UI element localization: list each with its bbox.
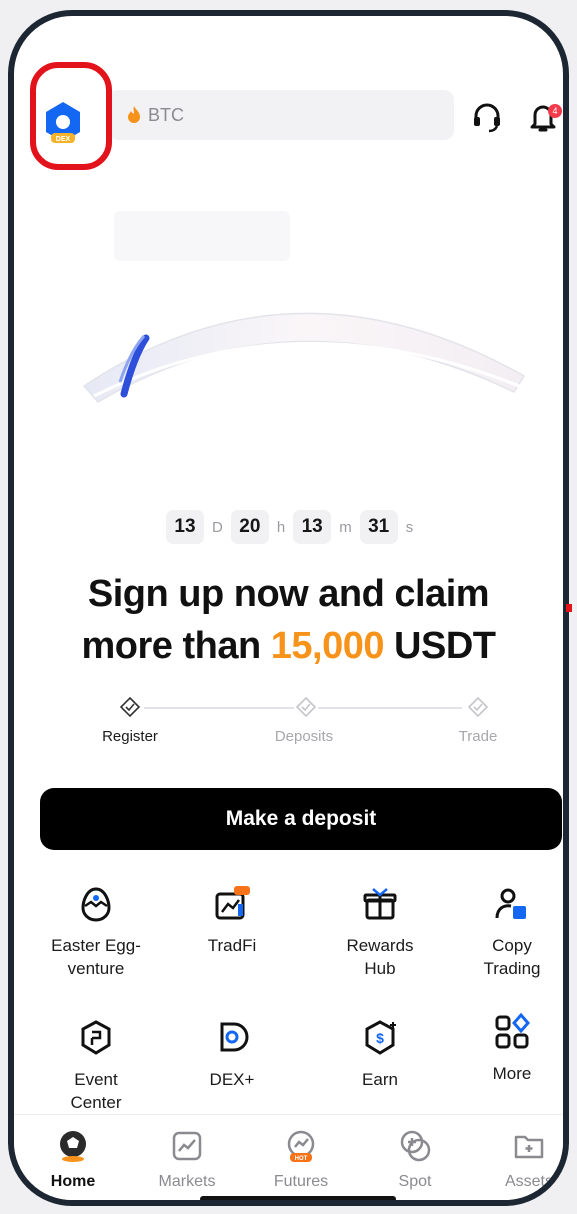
step-label-deposits: Deposits — [274, 728, 334, 745]
shortcut-event-center[interactable]: Event Center — [26, 1018, 166, 1114]
futures-icon: HOT — [287, 1130, 315, 1162]
shortcut-rewards-hub[interactable]: Rewards Hub — [310, 884, 450, 980]
shortcut-earn[interactable]: $ Earn — [310, 1018, 450, 1091]
edge-marker — [566, 604, 572, 612]
tab-futures[interactable]: HOT Futures — [246, 1129, 356, 1191]
hero-arc-illustration — [82, 312, 526, 403]
shortcut-label: Easter Egg-venture — [26, 934, 166, 980]
tab-markets[interactable]: Markets — [132, 1129, 242, 1191]
headset-support-icon[interactable] — [470, 100, 504, 134]
gift-icon — [363, 888, 397, 920]
event-icon — [81, 1020, 111, 1055]
coin-swap-icon — [400, 1130, 431, 1162]
step-label-register: Register — [102, 728, 158, 745]
tab-label: Assets — [504, 1173, 553, 1190]
label-line: venture — [67, 959, 125, 978]
promo-line-2: more than 15,000 USDT — [14, 620, 563, 672]
countdown-hours-unit: h — [276, 518, 286, 536]
egg-icon — [81, 887, 111, 922]
notification-badge: 4 — [548, 104, 562, 118]
folder-icon — [514, 1135, 544, 1159]
label-line: Rewards — [346, 936, 414, 955]
shortcut-label: Copy Trading — [442, 934, 563, 980]
svg-text:$: $ — [376, 1030, 384, 1046]
step-check-icon — [467, 696, 489, 718]
label-line: Trading — [483, 959, 541, 978]
tab-spot[interactable]: Spot — [360, 1129, 470, 1191]
shortcut-label: DEX+ — [209, 1070, 255, 1089]
label-line: Copy — [492, 936, 532, 955]
promo-headline: Sign up now and claim more than 15,000 U… — [14, 568, 563, 672]
step-check-icon — [295, 696, 317, 718]
countdown-minutes-unit: m — [339, 518, 352, 536]
step-connector — [144, 707, 294, 709]
soccer-ball-icon — [60, 1131, 86, 1162]
banner-placeholder — [114, 211, 290, 261]
search-input[interactable]: BTC — [108, 90, 454, 140]
shortcut-copy-trading[interactable]: Copy Trading — [442, 884, 563, 980]
shortcut-label: More — [492, 1064, 532, 1083]
tab-label: Spot — [398, 1173, 432, 1190]
countdown-days-unit: D — [212, 518, 223, 536]
label-line: Hub — [364, 959, 396, 978]
shortcut-label: TradFi — [207, 936, 257, 955]
tab-assets[interactable]: Assets — [474, 1129, 563, 1191]
tab-label: Markets — [158, 1173, 216, 1190]
progress-steps: Register Deposits Trade — [14, 696, 563, 756]
step-label-trade: Trade — [458, 728, 498, 745]
futures-hot-badge: HOT — [295, 1156, 308, 1162]
dex-icon — [220, 1022, 249, 1052]
countdown-days: 13 — [166, 510, 204, 544]
make-deposit-button[interactable]: Make a deposit — [40, 788, 562, 850]
countdown-hours: 20 — [230, 510, 269, 544]
dex-highlight-ring — [30, 62, 112, 170]
step-connector — [318, 707, 462, 709]
tab-home[interactable]: Home — [18, 1129, 128, 1191]
shortcut-more[interactable]: More — [442, 1012, 563, 1085]
step-check-icon — [119, 696, 141, 718]
copy-trading-icon — [495, 888, 526, 919]
shortcut-dex-plus[interactable]: DEX+ — [162, 1018, 302, 1091]
search-placeholder: BTC — [148, 104, 184, 125]
home-indicator — [200, 1196, 396, 1200]
tab-label: Futures — [273, 1173, 329, 1190]
countdown-timer: 13 D 20 h 13 m 31 s — [166, 510, 421, 544]
bottom-tab-bar: Home Markets HOT Futures Spot Assets — [14, 1114, 563, 1200]
tradfi-icon — [215, 886, 250, 920]
shortcut-label: Event Center — [26, 1068, 166, 1114]
countdown-minutes: 13 — [293, 510, 332, 544]
shortcut-label: Rewards Hub — [310, 934, 450, 980]
promo-line-1: Sign up now and claim — [87, 573, 490, 615]
label-line: Event — [74, 1070, 118, 1089]
promo-currency: USDT — [383, 625, 496, 667]
shortcut-label: Earn — [362, 1070, 398, 1089]
shortcut-easter-egg[interactable]: Easter Egg-venture — [26, 884, 166, 980]
chart-icon — [172, 1131, 202, 1161]
label-line: Easter Egg- — [51, 936, 141, 955]
fire-icon — [128, 106, 140, 123]
countdown-seconds-unit: s — [405, 518, 414, 536]
tab-label: Home — [50, 1173, 96, 1190]
shortcut-tradfi[interactable]: TradFi — [162, 884, 302, 957]
phone-frame: DEX BTC 4 13 D 20 h 13 m 31 s Sign up no… — [8, 10, 569, 1206]
earn-icon: $ — [365, 1020, 396, 1055]
promo-line-2-prefix: more than — [81, 625, 271, 667]
promo-amount: 15,000 — [270, 625, 385, 667]
countdown-seconds: 31 — [359, 510, 398, 544]
more-grid-icon — [495, 1012, 530, 1049]
label-line: Center — [70, 1093, 122, 1112]
